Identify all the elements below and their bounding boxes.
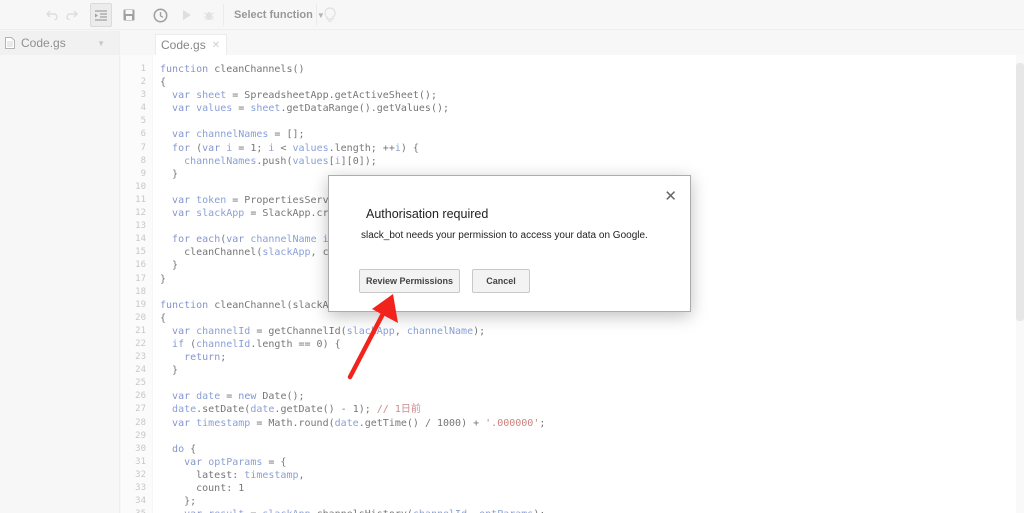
close-icon[interactable]: ✕ [664, 187, 677, 205]
cancel-button[interactable]: Cancel [472, 269, 530, 293]
authorisation-dialog: ✕ Authorisation required slack_bot needs… [328, 175, 691, 312]
review-permissions-button[interactable]: Review Permissions [359, 269, 460, 293]
dialog-title: Authorisation required [366, 207, 489, 221]
dialog-message: slack_bot needs your permission to acces… [361, 230, 648, 241]
